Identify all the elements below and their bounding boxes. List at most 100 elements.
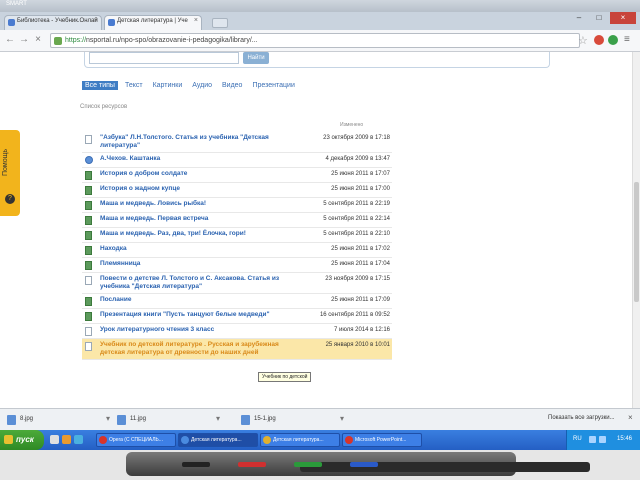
minimize-icon[interactable]: – — [570, 12, 588, 24]
resource-title-link[interactable]: История о добром солдате — [100, 170, 300, 178]
tab-library[interactable]: Библиотека - Учебник.Онлай × — [4, 15, 102, 30]
network-icon[interactable] — [589, 436, 596, 443]
resource-date: 23 октября 2009 в 17:18 — [323, 135, 390, 141]
chevron-down-icon[interactable]: ▾ — [106, 414, 110, 423]
address-bar[interactable]: https://nsportal.ru/npo-spo/obrazovanie-… — [50, 33, 580, 48]
taskbar-item-label: Детская литература... — [191, 437, 242, 443]
help-label: Помощь — [2, 148, 9, 176]
show-all-downloads-link[interactable]: Показать все загрузки... — [548, 415, 615, 421]
taskbar-item[interactable]: Microsoft PowerPoint... — [342, 433, 422, 447]
close-tab-icon[interactable]: × — [194, 17, 198, 24]
resource-title-link[interactable]: Повести о детстве Л. Толстого и С. Аксак… — [100, 275, 300, 291]
resource-row[interactable]: Маша и медведь. Раз, два, три! Ёлочка, г… — [82, 228, 392, 243]
resource-title-link[interactable]: Учебник по детской литературе . Русская … — [100, 341, 300, 357]
search-panel: Найти — [84, 52, 550, 68]
red-pen-icon[interactable] — [238, 462, 266, 467]
close-window-icon[interactable]: × — [610, 12, 636, 24]
resource-title-link[interactable]: Находка — [100, 245, 300, 253]
resource-title-link[interactable]: Послание — [100, 296, 300, 304]
resource-title-link[interactable]: История о жадном купце — [100, 185, 300, 193]
resource-row[interactable]: "Азбука" Л.Н.Толстого. Статья из учебник… — [82, 132, 392, 153]
resource-title-link[interactable]: Урок литературного чтения 3 класс — [100, 326, 300, 334]
chevron-down-icon[interactable]: ▾ — [216, 414, 220, 423]
menu-icon[interactable]: ≡ — [624, 34, 630, 45]
resource-date: 25 января 2010 в 10:01 — [325, 342, 390, 348]
filter-text[interactable]: Текст — [122, 81, 146, 90]
clock[interactable]: 15:46 — [617, 436, 632, 442]
quick-launch-icon[interactable] — [50, 435, 59, 444]
resource-title-link[interactable]: А.Чехов. Каштанка — [100, 155, 300, 163]
filter-all[interactable]: Все типы — [82, 81, 118, 90]
filter-audio[interactable]: Аудио — [189, 81, 215, 90]
column-header-modified: Изменено — [340, 122, 364, 128]
resource-row[interactable]: Урок литературного чтения 3 класс 7 июля … — [82, 324, 392, 339]
resource-row[interactable]: Повести о детстве Л. Толстого и С. Аксак… — [82, 273, 392, 294]
resource-row[interactable]: История о добром солдате 25 июня 2011 в 1… — [82, 168, 392, 183]
resource-row[interactable]: Учебник по детской литературе . Русская … — [82, 339, 392, 360]
download-item[interactable]: 15-1.jpg ▾ — [238, 412, 348, 428]
start-button[interactable]: пуск — [0, 430, 44, 450]
filter-images[interactable]: Картинки — [150, 81, 186, 90]
browser-toolbar: ← → × https://nsportal.ru/npo-spo/obrazo… — [0, 30, 640, 52]
language-indicator[interactable]: RU — [573, 436, 582, 442]
window-controls: – □ × — [570, 12, 636, 26]
resource-title-link[interactable]: Маша и медведь. Раз, два, три! Ёлочка, г… — [100, 230, 300, 238]
taskbar-item[interactable]: Детская литература... — [178, 433, 258, 447]
green-pen-icon[interactable] — [294, 462, 322, 467]
bookmark-star-icon[interactable]: ☆ — [578, 34, 588, 47]
close-icon[interactable]: × — [32, 34, 44, 46]
resource-title-link[interactable]: "Азбука" Л.Н.Толстого. Статья из учебник… — [100, 134, 300, 150]
chevron-down-icon[interactable]: ▾ — [340, 414, 344, 423]
extension-icon[interactable] — [608, 35, 618, 45]
resource-row[interactable]: Маша и медведь. Ловись рыбка! 5 сентября … — [82, 198, 392, 213]
book-icon — [85, 231, 92, 240]
quick-launch-icon[interactable] — [74, 435, 83, 444]
resource-row[interactable]: Племянница 25 июня 2011 в 17:04 — [82, 258, 392, 273]
resource-row[interactable]: А.Чехов. Каштанка 4 декабря 2009 в 13:47 — [82, 153, 392, 168]
extension-icon[interactable] — [594, 35, 604, 45]
download-item[interactable]: 11.jpg ▾ — [114, 412, 224, 428]
resource-date: 25 июня 2011 в 17:00 — [331, 186, 390, 192]
new-tab-button[interactable] — [212, 18, 228, 28]
window-title-bar: SMART — [0, 0, 640, 12]
help-tab[interactable]: Помощь ? — [0, 130, 20, 216]
image-file-icon — [241, 415, 250, 425]
resource-title-link[interactable]: Маша и медведь. Первая встреча — [100, 215, 300, 223]
chrome-icon — [181, 436, 189, 444]
maximize-icon[interactable]: □ — [590, 12, 608, 24]
taskbar-item[interactable]: Opera (С СПЕЦИАЛЬ... — [96, 433, 176, 447]
resource-title-link[interactable]: Племянница — [100, 260, 300, 268]
resource-row[interactable]: Презентация книги "Пусть танцуют белые м… — [82, 309, 392, 324]
arrow-left-icon[interactable]: ← — [4, 34, 16, 46]
resource-row[interactable]: Маша и медведь. Первая встреча 5 сентября… — [82, 213, 392, 228]
resource-title-link[interactable]: Презентация книги "Пусть танцуют белые м… — [100, 311, 300, 319]
blue-pen-icon[interactable] — [350, 462, 378, 467]
volume-icon[interactable] — [599, 436, 606, 443]
pen-tray-slot — [300, 462, 590, 472]
arrow-right-icon[interactable]: → — [18, 34, 30, 46]
tab-children-literature[interactable]: Детская литература | Уче × — [104, 15, 202, 30]
black-pen-icon[interactable] — [182, 462, 210, 467]
windows-logo-icon — [4, 435, 13, 444]
resource-row[interactable]: Послание 25 июня 2011 в 17:09 — [82, 294, 392, 309]
scrollbar-thumb[interactable] — [634, 182, 639, 302]
download-item[interactable]: 8.jpg ▾ — [4, 412, 114, 428]
quick-launch-icon[interactable] — [62, 435, 71, 444]
download-filename: 8.jpg — [20, 416, 34, 422]
taskbar-item[interactable]: Детская литература... — [260, 433, 340, 447]
search-input[interactable] — [89, 52, 239, 64]
search-button[interactable]: Найти — [243, 52, 269, 64]
resource-row[interactable]: История о жадном купце 25 июня 2011 в 17:… — [82, 183, 392, 198]
close-icon[interactable]: × — [628, 413, 633, 422]
resource-title-link[interactable]: Маша и медведь. Ловись рыбка! — [100, 200, 300, 208]
filter-video[interactable]: Видео — [219, 81, 245, 90]
vertical-scrollbar[interactable] — [632, 52, 640, 408]
window-title: SMART — [6, 1, 27, 7]
resource-date: 7 июля 2014 в 12:16 — [333, 327, 390, 333]
info-icon — [85, 156, 93, 164]
resource-row[interactable]: Находка 25 июня 2011 в 17:02 — [82, 243, 392, 258]
filter-presentations[interactable]: Презентации — [249, 81, 297, 90]
close-tab-icon[interactable]: × — [94, 17, 98, 24]
book-icon — [85, 261, 92, 270]
resource-date: 25 июня 2011 в 17:02 — [331, 246, 390, 252]
